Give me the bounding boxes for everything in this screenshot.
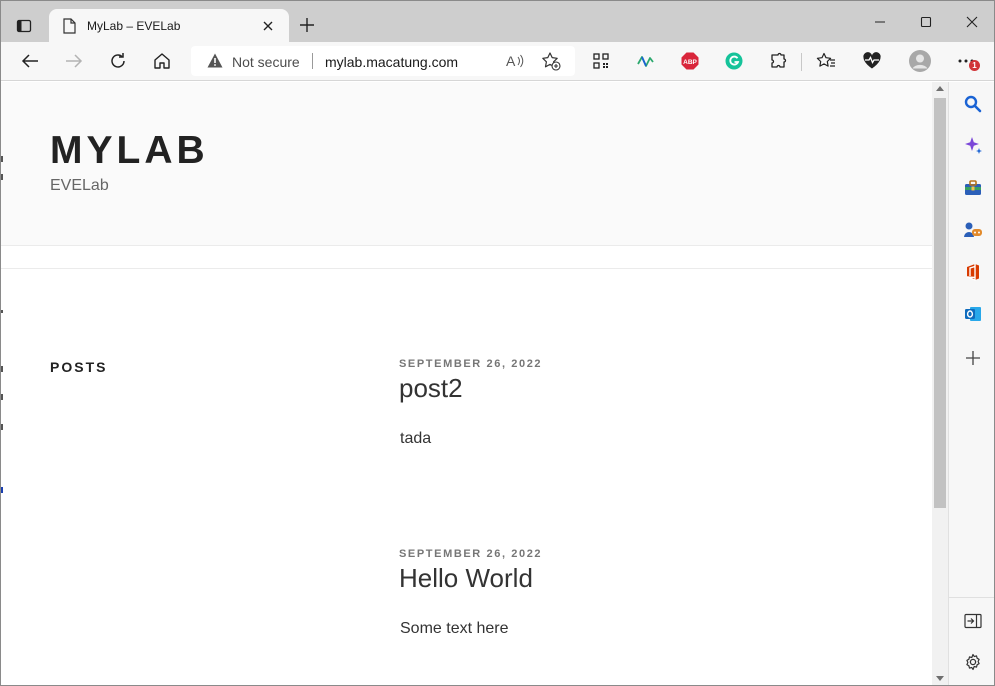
vertical-scrollbar[interactable]: [932, 82, 948, 685]
browser-window: MyLab – EVELab Not secure mylab.macatung…: [0, 0, 995, 686]
settings-more-button[interactable]: 1: [952, 48, 980, 74]
warning-icon[interactable]: [207, 53, 223, 69]
tab-strip: MyLab – EVELab: [1, 1, 994, 42]
post-date[interactable]: SEPTEMBER 26, 2022: [399, 548, 899, 560]
notification-badge: 1: [969, 60, 980, 71]
svg-text:ABP: ABP: [683, 59, 697, 66]
sidebar-add-icon[interactable]: [959, 344, 987, 372]
navigation-divider: [1, 268, 932, 269]
grammarly-icon[interactable]: [720, 48, 748, 74]
post-entry: SEPTEMBER 26, 2022 Hello World Some text…: [399, 548, 899, 638]
home-button[interactable]: [148, 48, 176, 74]
site-description: EVELab: [50, 177, 109, 194]
minimize-button[interactable]: [857, 7, 903, 37]
page-icon: [61, 17, 77, 34]
sidebar-games-icon[interactable]: [959, 216, 987, 244]
favorites-icon[interactable]: [812, 48, 840, 74]
navigation-toolbar: Not secure mylab.macatung.com A ABP 1: [1, 42, 994, 81]
sidebar-office-icon[interactable]: [959, 258, 987, 286]
scroll-down-arrow-icon[interactable]: [936, 676, 944, 681]
maximize-button[interactable]: [903, 7, 949, 37]
extensions-icon[interactable]: [764, 48, 792, 74]
sidebar-divider: [949, 597, 994, 598]
posts-heading: POSTS: [50, 359, 108, 375]
post-body: tada: [400, 430, 432, 447]
post-date[interactable]: SEPTEMBER 26, 2022: [399, 358, 899, 370]
read-aloud-icon[interactable]: A: [505, 51, 525, 71]
new-tab-button[interactable]: [295, 13, 319, 37]
add-favorite-icon[interactable]: [541, 51, 561, 71]
scrollbar-thumb[interactable]: [934, 98, 946, 508]
browser-essentials-icon[interactable]: [858, 48, 886, 74]
sidebar-copilot-icon[interactable]: [959, 132, 987, 160]
security-label[interactable]: Not secure: [232, 54, 300, 70]
tab-close-icon[interactable]: [259, 17, 277, 35]
post-body: Some text here: [400, 620, 509, 637]
sidebar-settings-gear-icon[interactable]: [959, 648, 987, 676]
adblock-plus-icon[interactable]: ABP: [676, 48, 704, 74]
address-separator: [312, 53, 313, 69]
forward-button[interactable]: [60, 48, 88, 74]
offscreen-content-edge: [1, 142, 4, 502]
edge-sidebar: [948, 82, 994, 685]
tab-active[interactable]: MyLab – EVELab: [49, 9, 289, 42]
profile-avatar[interactable]: [906, 48, 934, 74]
sidebar-search-icon[interactable]: [959, 90, 987, 118]
scroll-up-arrow-icon[interactable]: [936, 86, 944, 91]
post-entry: SEPTEMBER 26, 2022 post2 tada: [399, 358, 899, 448]
refresh-button[interactable]: [104, 48, 132, 74]
site-title[interactable]: MYLAB: [50, 129, 209, 173]
qr-code-icon[interactable]: [587, 48, 615, 74]
sidebar-tools-icon[interactable]: [959, 174, 987, 202]
post-title[interactable]: post2: [399, 373, 899, 404]
close-window-button[interactable]: [949, 7, 994, 37]
back-button[interactable]: [16, 48, 44, 74]
tab-title: MyLab – EVELab: [87, 18, 181, 33]
post-title[interactable]: Hello World: [399, 563, 899, 594]
toolbar-divider: [801, 53, 802, 71]
site-header: MYLAB EVELab: [1, 82, 932, 246]
sidebar-outlook-icon[interactable]: [959, 300, 987, 328]
page-viewport: MYLAB EVELab POSTS SEPTEMBER 26, 2022 po…: [1, 82, 932, 685]
svg-text:A: A: [506, 53, 516, 69]
address-bar[interactable]: Not secure mylab.macatung.com A: [191, 46, 575, 76]
url-text[interactable]: mylab.macatung.com: [325, 54, 458, 70]
tab-actions-menu-icon[interactable]: [11, 13, 37, 39]
performance-extension-icon[interactable]: [632, 48, 660, 74]
hide-sidebar-icon[interactable]: [959, 607, 987, 635]
